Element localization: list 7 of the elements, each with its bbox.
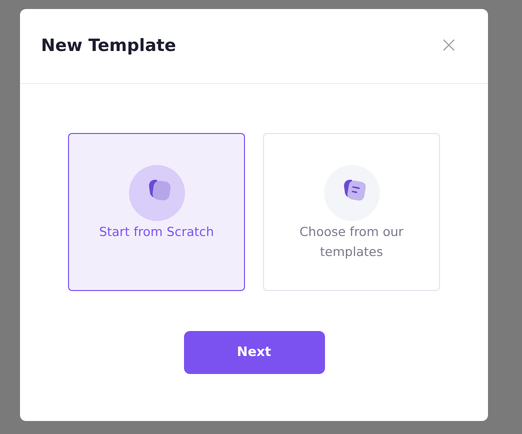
next-button[interactable]: Next — [184, 331, 324, 374]
close-button[interactable]: × — [440, 35, 458, 57]
option-label: Start from Scratch — [98, 223, 215, 241]
option-card[interactable]: Start from Scratch — [68, 133, 245, 291]
dialog-title: New Template — [41, 36, 176, 56]
option-label: Choose from our templates — [298, 223, 404, 261]
option-card[interactable]: Choose from our templates — [263, 133, 440, 291]
